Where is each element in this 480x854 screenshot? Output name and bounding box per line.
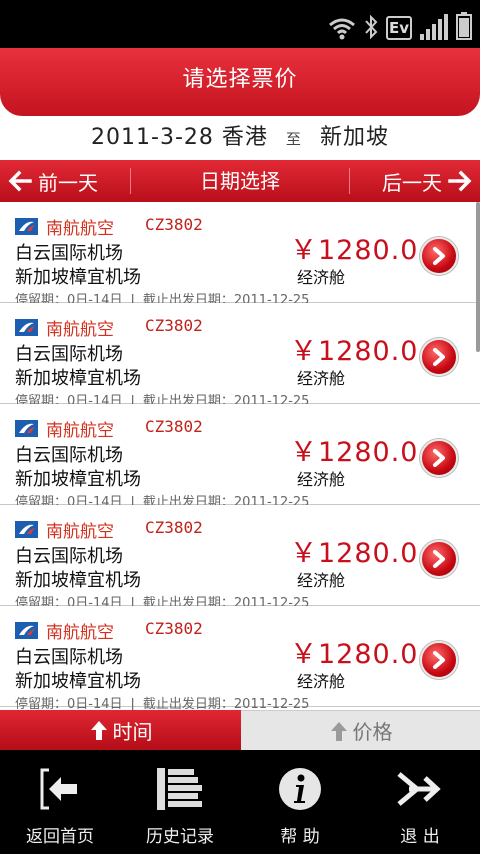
- arrow-left-icon: [8, 170, 32, 192]
- fare-price: ￥1280.0: [290, 235, 419, 266]
- origin-city: 香港: [221, 125, 268, 150]
- fare-row[interactable]: 南航航空 CZ3802 白云国际机场 新加坡樟宜机场 ￥1280.0 经济舱 停…: [0, 505, 480, 611]
- airline-name: 南航航空: [46, 522, 114, 542]
- select-fare-button[interactable]: [420, 237, 458, 275]
- fare-price: ￥1280.0: [290, 437, 419, 468]
- help-button[interactable]: 帮 助: [240, 750, 360, 854]
- china-southern-logo-icon: [15, 521, 38, 538]
- wifi-icon: [329, 18, 355, 40]
- arrival-airport: 新加坡樟宜机场: [15, 671, 141, 692]
- china-southern-logo-icon: [15, 420, 38, 437]
- battery-icon: [456, 12, 472, 40]
- fare-row[interactable]: 南航航空 CZ3802 白云国际机场 新加坡樟宜机场 ￥1280.0 经济舱 停…: [0, 404, 480, 510]
- sort-tabs: 时间 价格: [0, 710, 480, 750]
- fare-row[interactable]: 南航航空 CZ3802 白云国际机场 新加坡樟宜机场 ￥1280.0 经济舱 停…: [0, 202, 480, 308]
- cabin-class: 经济舱: [297, 672, 346, 691]
- flight-number: CZ3802: [145, 316, 203, 335]
- route-summary: 2011-3-28 香港 至 新加坡: [0, 118, 480, 160]
- flight-number: CZ3802: [145, 619, 203, 638]
- chevron-right-icon: [433, 247, 445, 265]
- date-navigation: 前一天 日期选择 后一天: [0, 160, 480, 202]
- select-fare-button[interactable]: [420, 540, 458, 578]
- next-day-label: 后一天: [382, 170, 442, 195]
- arrow-up-icon: [330, 721, 347, 741]
- sort-time-label: 时间: [112, 719, 153, 744]
- previous-day-button[interactable]: 前一天: [0, 160, 130, 202]
- bluetooth-icon: [365, 14, 378, 40]
- fare-price: ￥1280.0: [290, 538, 419, 569]
- travel-date: 2011-3-28: [91, 125, 214, 150]
- departure-airport: 白云国际机场: [15, 546, 123, 567]
- signal-icon: [420, 14, 448, 40]
- divider: |: [130, 697, 135, 710]
- select-fare-button[interactable]: [420, 439, 458, 477]
- sort-price-label: 价格: [352, 720, 393, 744]
- fare-row[interactable]: 南航航空 CZ3802 白云国际机场 新加坡樟宜机场 ￥1280.0 经济舱 停…: [0, 606, 480, 710]
- arrival-airport: 新加坡樟宜机场: [15, 368, 141, 389]
- flight-number: CZ3802: [145, 215, 203, 234]
- fare-list[interactable]: 南航航空 CZ3802 白云国际机场 新加坡樟宜机场 ￥1280.0 经济舱 停…: [0, 202, 480, 710]
- airline-name: 南航航空: [46, 320, 114, 340]
- date-picker-button[interactable]: 日期选择: [130, 168, 350, 194]
- list-scrollbar[interactable]: [476, 202, 480, 352]
- home-label: 返回首页: [26, 827, 94, 847]
- route-to-word: 至: [285, 130, 302, 148]
- previous-day-label: 前一天: [38, 170, 98, 195]
- exit-arrow-icon: [395, 764, 445, 814]
- sort-by-time-tab[interactable]: 时间: [0, 710, 241, 750]
- title-bar: 请选择票价: [0, 48, 480, 116]
- home-button[interactable]: 返回首页: [0, 750, 120, 854]
- chevron-right-icon: [433, 651, 445, 669]
- select-fare-button[interactable]: [420, 641, 458, 679]
- departure-airport: 白云国际机场: [15, 243, 123, 264]
- page-title: 请选择票价: [182, 67, 298, 92]
- flight-number: CZ3802: [145, 518, 203, 537]
- airline-name: 南航航空: [46, 421, 114, 441]
- arrow-right-icon: [448, 170, 472, 192]
- fare-price: ￥1280.0: [290, 639, 419, 670]
- airline-name: 南航航空: [46, 623, 114, 643]
- chevron-right-icon: [433, 348, 445, 366]
- china-southern-logo-icon: [15, 622, 38, 639]
- back-home-icon: [35, 764, 85, 814]
- cabin-class: 经济舱: [297, 369, 346, 388]
- next-day-button[interactable]: 后一天: [350, 160, 480, 202]
- chevron-right-icon: [433, 550, 445, 568]
- departure-airport: 白云国际机场: [15, 647, 123, 668]
- history-button[interactable]: 历史记录: [120, 750, 240, 854]
- arrival-airport: 新加坡樟宜机场: [15, 469, 141, 490]
- departure-airport: 白云国际机场: [15, 445, 123, 466]
- bottom-toolbar: 返回首页 历史记录 帮 助 退 出: [0, 750, 480, 854]
- fare-price: ￥1280.0: [290, 336, 419, 367]
- help-label: 帮 助: [280, 827, 320, 847]
- fare-row[interactable]: 南航航空 CZ3802 白云国际机场 新加坡樟宜机场 ￥1280.0 经济舱 停…: [0, 303, 480, 409]
- flight-number: CZ3802: [145, 417, 203, 436]
- china-southern-logo-icon: [15, 218, 38, 235]
- status-bar: Ev: [0, 0, 480, 48]
- fare-conditions: 停留期：0日-14日 | 截止出发日期：2011-12-25: [15, 693, 309, 710]
- airline-name: 南航航空: [46, 219, 114, 239]
- arrival-airport: 新加坡樟宜机场: [15, 570, 141, 591]
- arrow-up-icon: [90, 721, 107, 740]
- info-icon: [275, 764, 325, 814]
- exit-label: 退 出: [400, 827, 440, 847]
- cabin-class: 经济舱: [297, 268, 346, 287]
- ev-badge: Ev: [386, 16, 412, 40]
- history-list-icon: [155, 764, 205, 814]
- stay-period: 停留期：0日-14日: [15, 697, 123, 710]
- exit-button[interactable]: 退 出: [360, 750, 480, 854]
- cabin-class: 经济舱: [297, 571, 346, 590]
- chevron-right-icon: [433, 449, 445, 467]
- arrival-airport: 新加坡樟宜机场: [15, 267, 141, 288]
- departure-deadline: 截止出发日期：2011-12-25: [142, 697, 310, 710]
- status-icons: Ev: [328, 10, 472, 40]
- select-fare-button[interactable]: [420, 338, 458, 376]
- departure-airport: 白云国际机场: [15, 344, 123, 365]
- history-label: 历史记录: [146, 827, 214, 847]
- sort-by-price-tab[interactable]: 价格: [241, 710, 480, 750]
- china-southern-logo-icon: [15, 319, 38, 336]
- cabin-class: 经济舱: [297, 470, 346, 489]
- destination-city: 新加坡: [319, 125, 389, 150]
